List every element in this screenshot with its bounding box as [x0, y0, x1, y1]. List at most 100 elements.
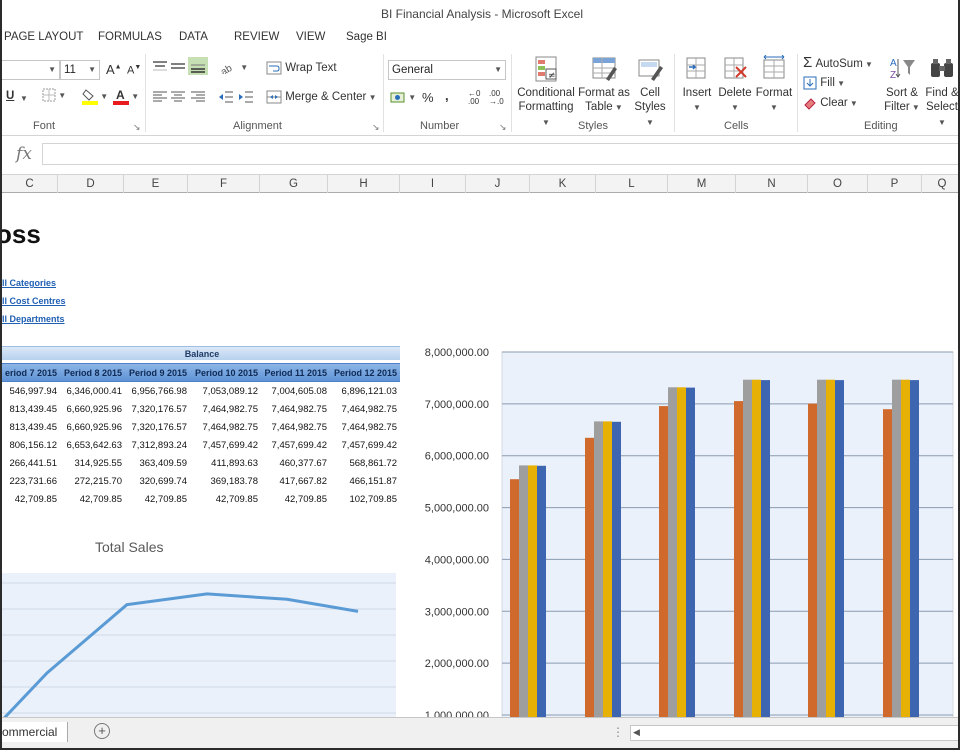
- wrap-text-button[interactable]: Wrap Text: [266, 61, 337, 75]
- table-cell[interactable]: 223,731.66: [2, 473, 57, 491]
- table-cell[interactable]: 7,004,605.08: [258, 383, 327, 401]
- table-cell[interactable]: 7,457,699.42: [258, 437, 327, 455]
- orientation-icon[interactable]: ab ▼: [220, 60, 248, 74]
- table-cell[interactable]: 6,956,766.98: [122, 383, 187, 401]
- borders-icon[interactable]: ▼: [42, 88, 66, 102]
- increase-indent-icon[interactable]: [238, 90, 254, 104]
- increase-decimal-icon[interactable]: ←0.00: [468, 90, 480, 106]
- underline-dropdown-icon[interactable]: ▼: [20, 94, 28, 103]
- table-cell[interactable]: 7,464,982.75: [187, 419, 258, 437]
- table-cell[interactable]: 6,346,000.41: [57, 383, 122, 401]
- add-sheet-icon[interactable]: +: [94, 723, 110, 739]
- table-cell[interactable]: 7,053,089.12: [187, 383, 258, 401]
- merge-center-button[interactable]: Merge & Center ▼: [266, 90, 377, 104]
- formula-input[interactable]: [42, 143, 958, 165]
- filter-link-departments[interactable]: ll Departments: [2, 314, 65, 324]
- table-cell[interactable]: 7,464,982.75: [258, 419, 327, 437]
- font-color-icon[interactable]: A ▼: [113, 87, 139, 105]
- accounting-format-icon[interactable]: ▼: [390, 90, 416, 104]
- worksheet[interactable]: oss ll Categories ll Cost Centres ll Dep…: [2, 193, 958, 717]
- filter-link-categories[interactable]: ll Categories: [2, 278, 56, 288]
- grow-font-icon[interactable]: A▲: [106, 62, 122, 77]
- column-header[interactable]: F: [188, 175, 260, 193]
- column-header[interactable]: Q: [922, 175, 958, 193]
- column-chart[interactable]: 8,000,000.00 7,000,000.00 6,000,000.00 5,00…: [400, 341, 958, 717]
- column-header[interactable]: G: [260, 175, 328, 193]
- insert-button[interactable]: Insert ▼: [678, 55, 716, 115]
- insert-function-icon[interactable]: fx: [10, 143, 38, 165]
- column-header[interactable]: I: [400, 175, 466, 193]
- column-header[interactable]: E: [124, 175, 188, 193]
- format-as-table-button[interactable]: Format as Table ▼: [578, 55, 630, 115]
- table-cell[interactable]: 42,709.85: [122, 491, 187, 509]
- tab-page-layout[interactable]: PAGE LAYOUT: [4, 31, 83, 43]
- delete-button[interactable]: Delete ▼: [716, 55, 754, 115]
- table-cell[interactable]: 363,409.59: [122, 455, 187, 473]
- shrink-font-icon[interactable]: A▼: [127, 64, 141, 77]
- tab-sage-bi[interactable]: Sage BI: [346, 31, 387, 43]
- table-cell[interactable]: 411,893.63: [187, 455, 258, 473]
- cell-styles-button[interactable]: Cell Styles ▼: [630, 55, 670, 130]
- format-button[interactable]: Format ▼: [754, 55, 794, 115]
- tab-data[interactable]: DATA: [179, 31, 208, 43]
- table-cell[interactable]: 42,709.85: [57, 491, 122, 509]
- table-cell[interactable]: 806,156.12: [2, 437, 57, 455]
- fill-color-icon[interactable]: ▼: [82, 87, 108, 105]
- table-cell[interactable]: 6,653,642.63: [57, 437, 122, 455]
- table-cell[interactable]: 42,709.85: [2, 491, 57, 509]
- table-cell[interactable]: 7,320,176.57: [122, 401, 187, 419]
- table-cell[interactable]: 320,699.74: [122, 473, 187, 491]
- column-header[interactable]: C: [2, 175, 58, 193]
- table-cell[interactable]: 7,464,982.75: [327, 401, 397, 419]
- table-cell[interactable]: 272,215.70: [57, 473, 122, 491]
- table-cell[interactable]: 6,660,925.96: [57, 419, 122, 437]
- splitter-handle-icon[interactable]: ⋮: [612, 725, 624, 739]
- column-header[interactable]: O: [808, 175, 868, 193]
- table-cell[interactable]: 7,320,176.57: [122, 419, 187, 437]
- decrease-decimal-icon[interactable]: .00 →.0: [489, 90, 504, 106]
- scroll-left-icon[interactable]: ◀: [633, 727, 640, 738]
- comma-style-icon[interactable]: ,: [445, 88, 449, 103]
- table-cell[interactable]: 417,667.82: [258, 473, 327, 491]
- table-cell[interactable]: 6,660,925.96: [57, 401, 122, 419]
- table-cell[interactable]: 813,439.45: [2, 401, 57, 419]
- table-cell[interactable]: 466,151.87: [327, 473, 397, 491]
- table-cell[interactable]: 546,997.94: [2, 383, 57, 401]
- table-cell[interactable]: 7,312,893.24: [122, 437, 187, 455]
- conditional-formatting-button[interactable]: ≠ Conditional Formatting ▼: [514, 55, 578, 130]
- tab-review[interactable]: REVIEW: [234, 31, 279, 43]
- percent-style-icon[interactable]: %: [422, 90, 434, 105]
- column-header[interactable]: H: [328, 175, 400, 193]
- column-header[interactable]: L: [596, 175, 668, 193]
- number-dialog-launcher-icon[interactable]: ↘: [499, 122, 507, 133]
- font-dialog-launcher-icon[interactable]: ↘: [133, 122, 141, 133]
- column-header[interactable]: K: [530, 175, 596, 193]
- column-header[interactable]: M: [668, 175, 736, 193]
- table-cell[interactable]: 568,861.72: [327, 455, 397, 473]
- tab-view[interactable]: VIEW: [296, 31, 325, 43]
- sort-filter-button[interactable]: AZ Sort & Filter ▼: [882, 55, 922, 115]
- column-header[interactable]: D: [58, 175, 124, 193]
- table-cell[interactable]: 42,709.85: [258, 491, 327, 509]
- table-cell[interactable]: 7,464,982.75: [258, 401, 327, 419]
- fill-button[interactable]: Fill ▼: [803, 76, 845, 90]
- font-size-dropdown[interactable]: 11 ▼: [60, 60, 100, 80]
- align-middle-icon[interactable]: [170, 60, 186, 74]
- underline-icon[interactable]: U: [6, 90, 14, 102]
- autosum-button[interactable]: Σ AutoSum ▼: [803, 54, 873, 71]
- table-cell[interactable]: 7,457,699.42: [327, 437, 397, 455]
- table-cell[interactable]: 460,377.67: [258, 455, 327, 473]
- table-cell[interactable]: 813,439.45: [2, 419, 57, 437]
- filter-link-cost-centres[interactable]: ll Cost Centres: [2, 296, 66, 306]
- font-name-dropdown[interactable]: ▼: [2, 60, 60, 80]
- alignment-dialog-launcher-icon[interactable]: ↘: [372, 122, 380, 133]
- find-select-button[interactable]: Find & Select ▼: [922, 55, 958, 130]
- number-format-dropdown[interactable]: General ▼: [388, 60, 506, 80]
- table-cell[interactable]: 42,709.85: [187, 491, 258, 509]
- decrease-indent-icon[interactable]: [218, 90, 234, 104]
- horizontal-scrollbar[interactable]: ◀: [630, 725, 958, 741]
- table-cell[interactable]: 6,896,121.03: [327, 383, 397, 401]
- column-header[interactable]: N: [736, 175, 808, 193]
- align-bottom-icon[interactable]: [188, 57, 208, 75]
- column-header[interactable]: J: [466, 175, 530, 193]
